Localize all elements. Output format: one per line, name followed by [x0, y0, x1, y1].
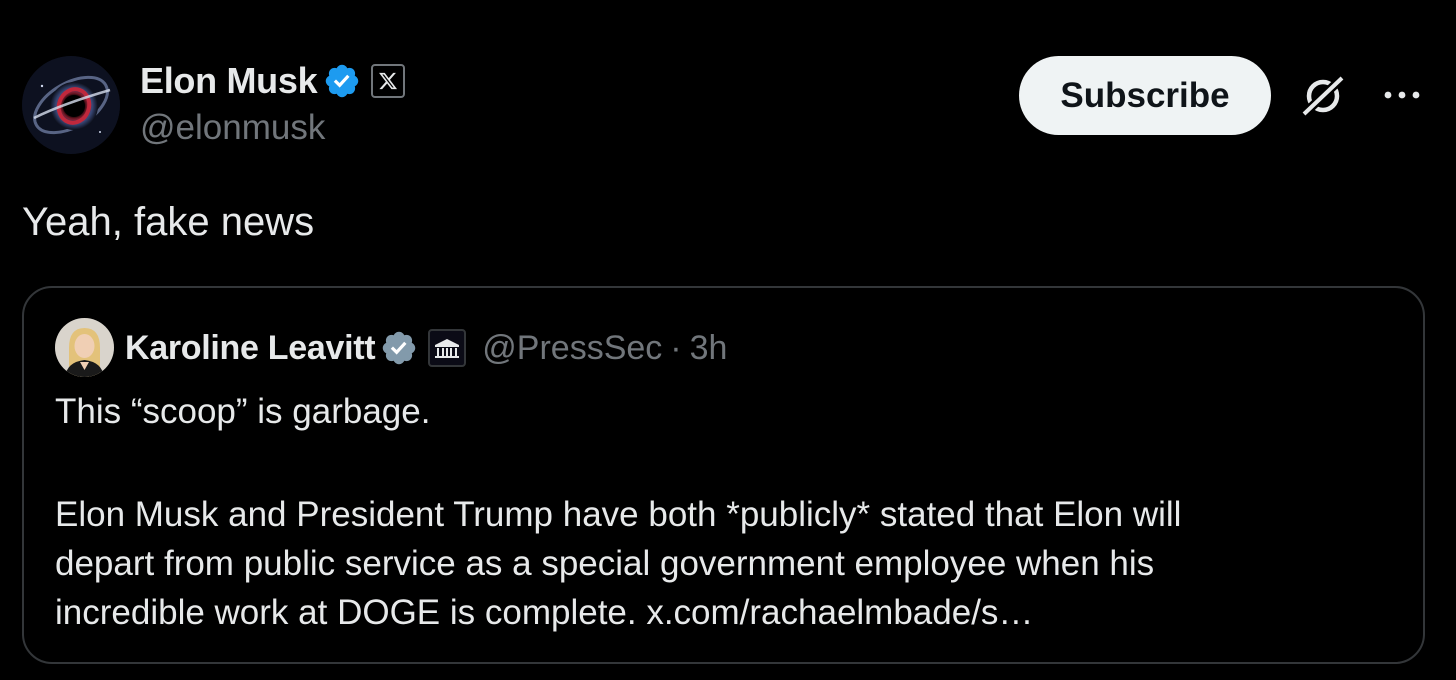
quoted-text-line: This “scoop” is garbage.	[55, 392, 431, 431]
author-name-row: Elon Musk	[140, 58, 406, 104]
quoted-text-line: incredible work at DOGE is complete. x.c…	[55, 593, 1034, 632]
author-avatar[interactable]	[22, 56, 120, 154]
subscribe-button[interactable]: Subscribe	[1019, 56, 1271, 135]
gray-verified-badge-icon[interactable]	[380, 329, 418, 367]
post-text: Yeah, fake news	[22, 200, 315, 244]
quoted-text-line: Elon Musk and President Trump have both …	[55, 495, 1182, 534]
dot-separator: ·	[670, 328, 682, 367]
quoted-author-avatar	[55, 318, 114, 377]
black-hole-avatar-icon	[22, 56, 120, 154]
person-avatar-icon	[55, 318, 114, 377]
quoted-text-line: depart from public service as a special …	[55, 544, 1155, 583]
quoted-author-header: Karoline Leavitt @PressSec · 3h	[125, 326, 727, 370]
verified-badge-icon[interactable]	[323, 62, 361, 100]
x-logo-icon[interactable]	[371, 64, 406, 98]
quoted-post-card[interactable]: Karoline Leavitt @PressSec · 3h This “sc…	[22, 286, 1425, 664]
author-display-name[interactable]: Elon Musk	[140, 60, 318, 102]
author-handle[interactable]: @elonmusk	[140, 108, 325, 148]
more-options-icon[interactable]	[1382, 83, 1422, 107]
white-house-icon[interactable]	[428, 329, 467, 367]
grok-icon[interactable]	[1300, 72, 1346, 118]
quoted-text-body: Elon Musk and President Trump have both …	[55, 490, 1385, 637]
quoted-post-timestamp[interactable]: 3h	[690, 329, 728, 368]
quoted-author-handle[interactable]: @PressSec	[482, 329, 662, 368]
quoted-author-name[interactable]: Karoline Leavitt	[125, 329, 376, 368]
